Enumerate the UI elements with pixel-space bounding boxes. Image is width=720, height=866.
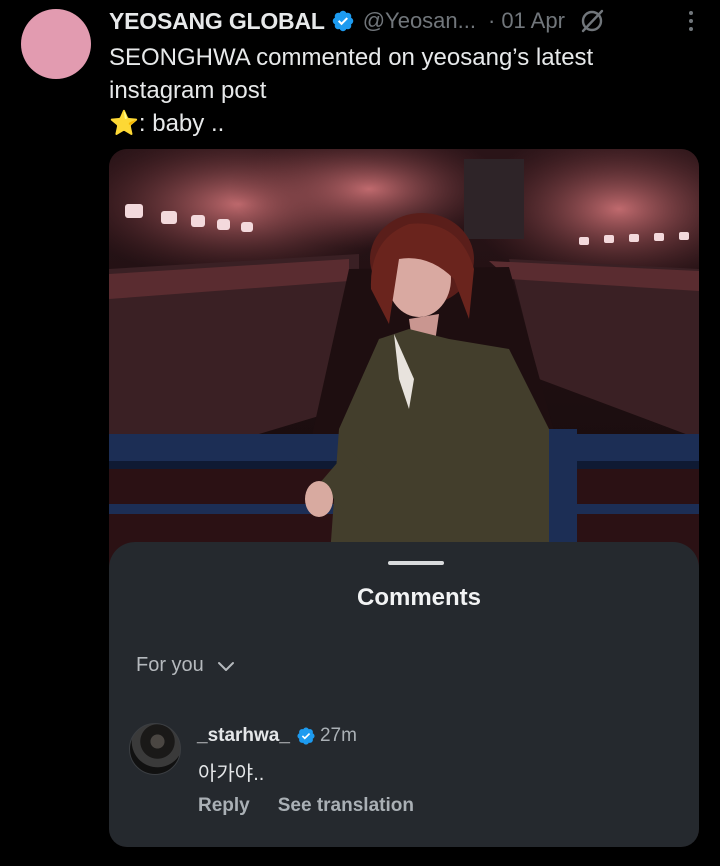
see-translation-button[interactable]: See translation	[278, 795, 414, 817]
more-vertical-icon[interactable]	[682, 8, 700, 34]
tweet-date[interactable]: 01 Apr	[501, 8, 565, 34]
star-emoji: ⭐	[109, 110, 139, 137]
profile-avatar[interactable]	[21, 9, 91, 79]
comments-filter[interactable]: For you	[136, 654, 236, 677]
chevron-down-icon[interactable]	[216, 656, 236, 676]
tweet-text-line: ⭐: baby ..	[109, 110, 225, 137]
tweet-text: SEONGHWA commented on yeosang’s latest i…	[109, 41, 689, 140]
sheet-grabber[interactable]	[388, 561, 444, 565]
comment-header: _starhwa_ 27m	[197, 725, 357, 747]
tweet-text-line: SEONGHWA commented on yeosang’s latest	[109, 44, 594, 71]
comment-time: 27m	[319, 725, 357, 746]
link-slash-icon[interactable]	[577, 6, 607, 36]
comments-sheet: Comments For you _starhwa_ 27m 아가야.. Rep…	[109, 542, 699, 847]
filter-label[interactable]: For you	[136, 654, 204, 677]
separator-dot: ·	[487, 8, 496, 33]
post-photo	[109, 149, 699, 569]
handle[interactable]: @Yeosan...	[363, 8, 476, 34]
tweet-media[interactable]: Comments For you _starhwa_ 27m 아가야.. Rep…	[109, 149, 699, 847]
reply-button[interactable]: Reply	[198, 795, 250, 817]
comment-actions: Reply See translation	[198, 795, 442, 817]
commenter-avatar[interactable]	[129, 723, 181, 775]
display-name[interactable]: YEOSANG GLOBAL	[109, 8, 325, 35]
comments-title: Comments	[356, 584, 482, 611]
tweet-text-line: instagram post	[109, 77, 267, 104]
commenter-username[interactable]: _starhwa_	[197, 725, 290, 747]
verified-badge-icon	[332, 10, 353, 32]
tweet-header: YEOSANG GLOBAL @Yeosan... · 01 Apr	[109, 6, 700, 36]
verified-badge-icon	[297, 727, 315, 745]
comment-text: 아가야..	[198, 763, 265, 785]
